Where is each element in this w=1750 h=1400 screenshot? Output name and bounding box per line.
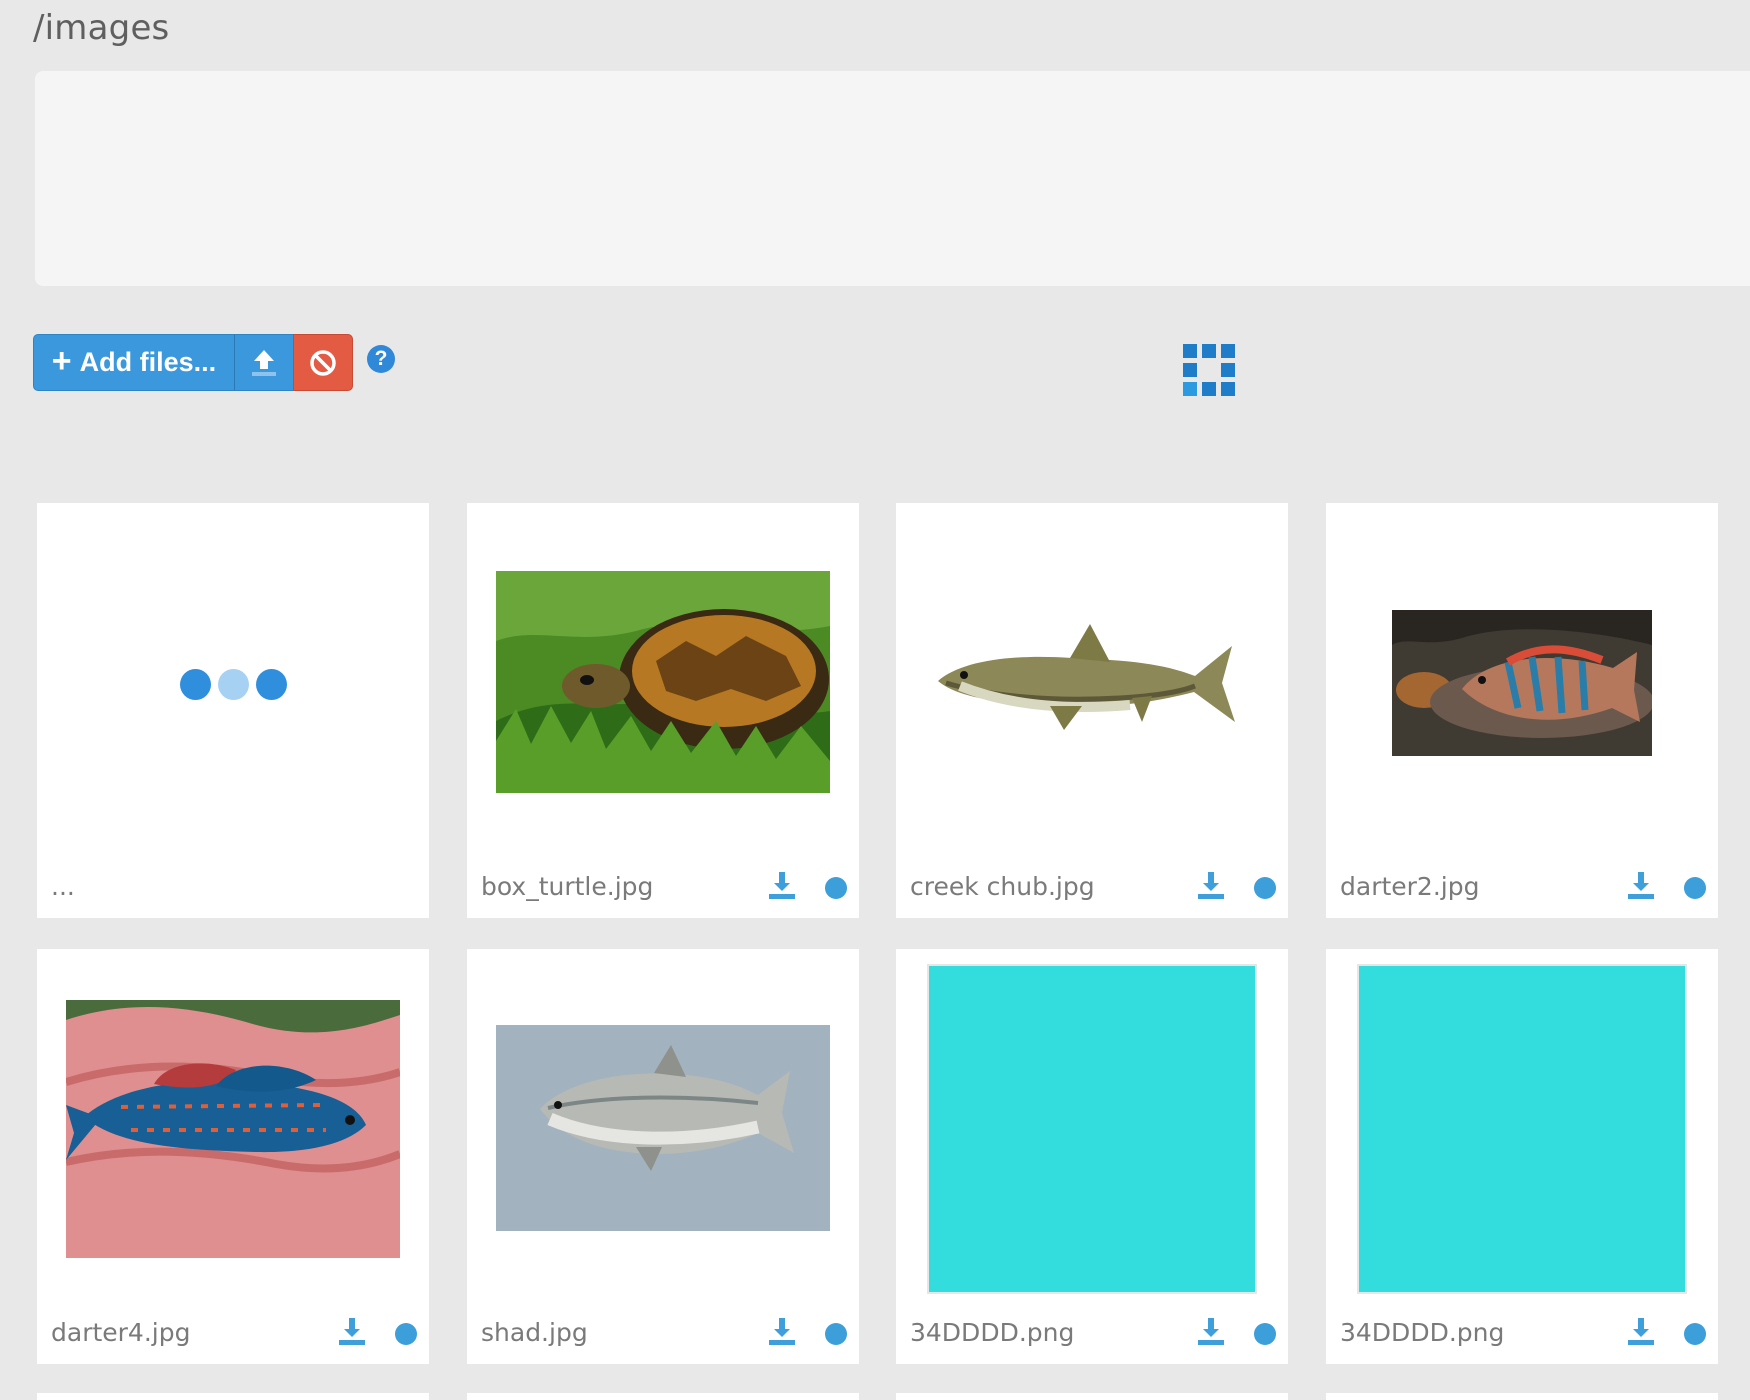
status-dot [395,1323,417,1345]
file-name: 34DDDD.png [1340,1318,1505,1347]
help-icon[interactable]: ? [367,345,395,373]
color-swatch-thumbnail [1357,964,1687,1294]
loading-indicator [180,669,287,700]
file-drop-zone[interactable] [35,71,1750,286]
download-icon[interactable] [337,1316,367,1346]
file-name: darter4.jpg [51,1318,191,1347]
add-files-button[interactable]: + Add files... [33,334,235,391]
shad-image [496,1025,830,1231]
file-thumbnail [66,1000,400,1258]
darter-in-hand-image [66,1000,400,1258]
file-name: darter2.jpg [1340,872,1480,901]
file-thumbnail [496,1025,830,1231]
creek-chub-image [938,624,1235,730]
file-manager-page: /images + Add files... ? ... box_turtle.… [0,0,1750,1400]
color-swatch-thumbnail [927,964,1257,1294]
file-name: ... [51,872,75,901]
file-card[interactable]: 34DDDD.png [1326,949,1718,1364]
file-card[interactable]: darter2.jpg [1326,503,1718,918]
file-card[interactable]: box_turtle.jpg [467,503,859,918]
file-card[interactable]: shad.jpg [467,949,859,1364]
darter-image [1392,610,1652,756]
file-name: shad.jpg [481,1318,588,1347]
status-dot [1684,877,1706,899]
file-thumbnail [930,620,1236,740]
file-card-partial[interactable] [1326,1393,1718,1400]
file-card[interactable]: darter4.jpg [37,949,429,1364]
download-icon[interactable] [1196,870,1226,900]
download-icon[interactable] [767,1316,797,1346]
status-dot [825,877,847,899]
file-card-partial[interactable] [37,1393,429,1400]
status-dot [825,1323,847,1345]
file-card-loading[interactable]: ... [37,503,429,918]
status-dot [1254,1323,1276,1345]
cancel-upload-button[interactable] [293,334,353,391]
download-icon[interactable] [1626,1316,1656,1346]
page-title: /images [33,8,170,48]
download-icon[interactable] [1196,1316,1226,1346]
grid-view-icon[interactable] [1183,344,1235,396]
file-card-partial[interactable] [896,1393,1288,1400]
status-dot [1254,877,1276,899]
file-name: 34DDDD.png [910,1318,1075,1347]
download-icon[interactable] [767,870,797,900]
plus-icon: + [51,342,72,380]
file-card-partial[interactable] [467,1393,859,1400]
status-dot [1684,1323,1706,1345]
upload-button[interactable] [235,334,293,391]
file-card[interactable]: 34DDDD.png [896,949,1288,1364]
file-name: box_turtle.jpg [481,872,654,901]
upload-toolbar: + Add files... [33,334,353,391]
download-icon[interactable] [1626,870,1656,900]
file-card[interactable]: creek chub.jpg [896,503,1288,918]
add-files-label: Add files... [79,347,217,377]
file-thumbnail [496,571,830,793]
cancel-icon [310,349,336,376]
file-name: creek chub.jpg [910,872,1095,901]
box-turtle-image [496,571,830,793]
file-thumbnail [1392,610,1652,756]
upload-icon [252,349,276,376]
